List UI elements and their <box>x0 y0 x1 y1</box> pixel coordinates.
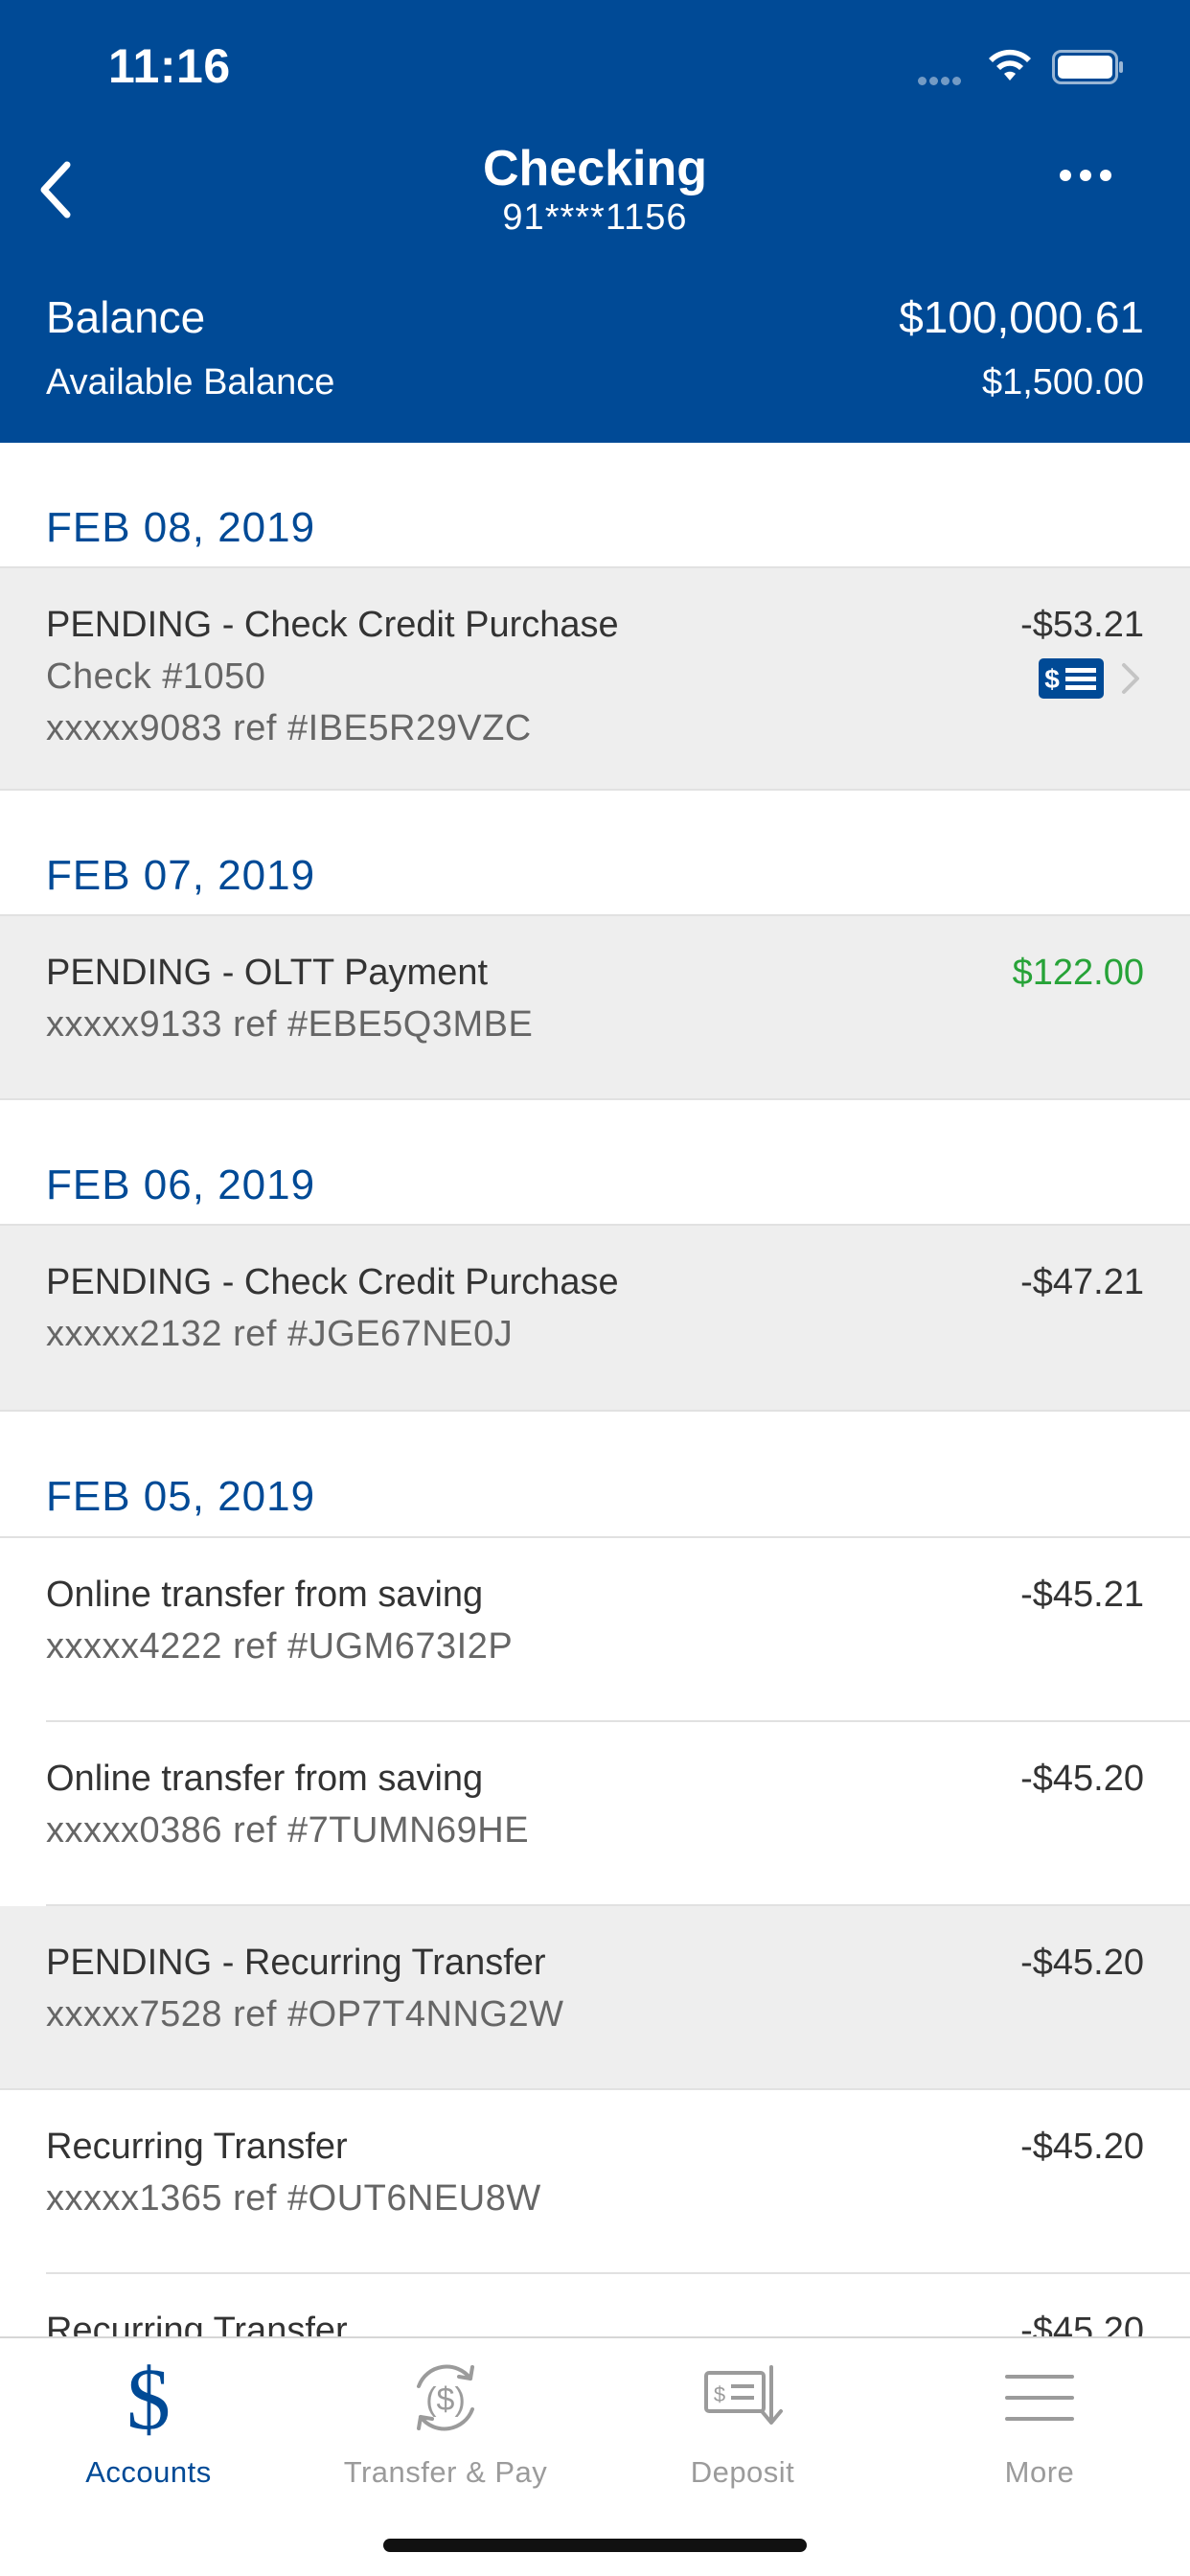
transaction-amount: -$53.21 <box>1020 605 1144 645</box>
tab-label: More <box>1004 2455 1075 2489</box>
transaction-row[interactable]: Recurring Transfer -$45.20 <box>0 2274 1190 2336</box>
transaction-amount: $122.00 <box>1012 953 1144 993</box>
svg-text:$: $ <box>714 2382 725 2406</box>
tab-label: Accounts <box>85 2455 212 2489</box>
date-header: FEB 05, 2019 <box>0 1412 1190 1538</box>
transaction-row[interactable]: Recurring Transfer xxxxx1365 ref #OUT6NE… <box>0 2090 1190 2274</box>
menu-icon <box>1005 2375 1074 2421</box>
svg-text:($): ($) <box>425 2381 466 2418</box>
date-header-label: FEB 08, 2019 <box>46 504 316 551</box>
transaction-description: Online transfer from saving <box>46 1759 484 1799</box>
date-header: FEB 08, 2019 <box>0 443 1190 568</box>
page-title: Checking <box>482 141 708 196</box>
transaction-row[interactable]: PENDING - Recurring Transfer xxxxx7528 r… <box>0 1906 1190 2090</box>
transaction-reference: xxxxx2132 ref #JGE67NE0J <box>46 1314 514 1354</box>
transaction-row[interactable]: PENDING - OLTT Payment xxxxx9133 ref #EB… <box>0 916 1190 1100</box>
battery-icon <box>1052 50 1123 84</box>
transaction-reference: xxxxx9083 ref #IBE5R29VZC <box>46 708 532 748</box>
transaction-description: Recurring Transfer <box>46 2311 348 2336</box>
tab-deposit[interactable]: $ Deposit <box>594 2338 891 2501</box>
deposit-check-icon: $ <box>704 2365 783 2425</box>
transaction-amount: -$45.20 <box>1020 2127 1144 2167</box>
transaction-description: PENDING - Check Credit Purchase <box>46 1262 619 1302</box>
transaction-check-number: Check #1050 <box>46 656 266 697</box>
balance-value: $100,000.61 <box>899 292 1144 342</box>
transaction-reference: xxxxx0386 ref #7TUMN69HE <box>46 1810 530 1851</box>
wifi-icon <box>989 49 1031 80</box>
svg-text:$: $ <box>126 2354 171 2442</box>
date-header-label: FEB 05, 2019 <box>46 1473 316 1520</box>
transaction-reference: xxxxx7528 ref #OP7T4NNG2W <box>46 1994 564 2035</box>
chevron-right-icon[interactable] <box>1119 660 1142 697</box>
date-header-label: FEB 06, 2019 <box>46 1162 316 1208</box>
date-header-label: FEB 07, 2019 <box>46 852 316 899</box>
transaction-amount: -$45.20 <box>1020 2311 1144 2336</box>
transaction-row[interactable]: Online transfer from saving xxxxx0386 re… <box>0 1722 1190 1906</box>
transaction-row[interactable]: PENDING - Check Credit Purchase xxxxx213… <box>0 1226 1190 1412</box>
home-indicator <box>383 2539 807 2552</box>
tab-more[interactable]: More <box>891 2338 1188 2501</box>
tab-label: Transfer & Pay <box>343 2455 548 2489</box>
tab-label: Deposit <box>690 2455 795 2489</box>
transaction-description: Recurring Transfer <box>46 2127 348 2167</box>
balance-label: Balance <box>46 292 206 342</box>
transaction-description: PENDING - OLTT Payment <box>46 953 489 993</box>
tab-accounts[interactable]: $ Accounts <box>0 2338 297 2501</box>
tab-transfer-pay[interactable]: ($) Transfer & Pay <box>297 2338 594 2501</box>
transaction-amount: -$45.20 <box>1020 1759 1144 1799</box>
transaction-description: Online transfer from saving <box>46 1575 484 1615</box>
available-balance-value: $1,500.00 <box>981 362 1144 402</box>
transaction-reference: xxxxx4222 ref #UGM673I2P <box>46 1626 514 1667</box>
transaction-amount: -$45.20 <box>1020 1943 1144 1983</box>
transaction-row[interactable]: PENDING - Check Credit Purchase Check #1… <box>0 568 1190 791</box>
transaction-description: PENDING - Check Credit Purchase <box>46 605 619 645</box>
cellular-signal-icon <box>918 73 964 90</box>
svg-text:$: $ <box>1044 664 1060 694</box>
transaction-amount: -$45.21 <box>1020 1575 1144 1615</box>
account-header: 11:16 Checking 91****1156 Balance $100,0… <box>0 0 1190 443</box>
transaction-reference: xxxxx1365 ref #OUT6NEU8W <box>46 2178 541 2219</box>
more-options-icon[interactable] <box>1060 169 1136 207</box>
date-header: FEB 06, 2019 <box>0 1100 1190 1226</box>
transaction-row[interactable]: Online transfer from saving xxxxx4222 re… <box>0 1538 1190 1722</box>
check-image-icon[interactable]: $ <box>1039 658 1104 699</box>
transaction-list[interactable]: FEB 08, 2019 PENDING - Check Credit Purc… <box>0 443 1190 2336</box>
transaction-amount: -$47.21 <box>1020 1262 1144 1302</box>
available-balance-label: Available Balance <box>46 362 335 402</box>
date-header: FEB 07, 2019 <box>0 791 1190 916</box>
transaction-description: PENDING - Recurring Transfer <box>46 1943 546 1983</box>
dollar-icon: $ <box>126 2354 171 2442</box>
account-number: 91****1156 <box>502 197 688 238</box>
transaction-reference: xxxxx9133 ref #EBE5Q3MBE <box>46 1004 534 1045</box>
status-time: 11:16 <box>108 39 231 93</box>
transfer-pay-icon: ($) <box>417 2364 474 2431</box>
